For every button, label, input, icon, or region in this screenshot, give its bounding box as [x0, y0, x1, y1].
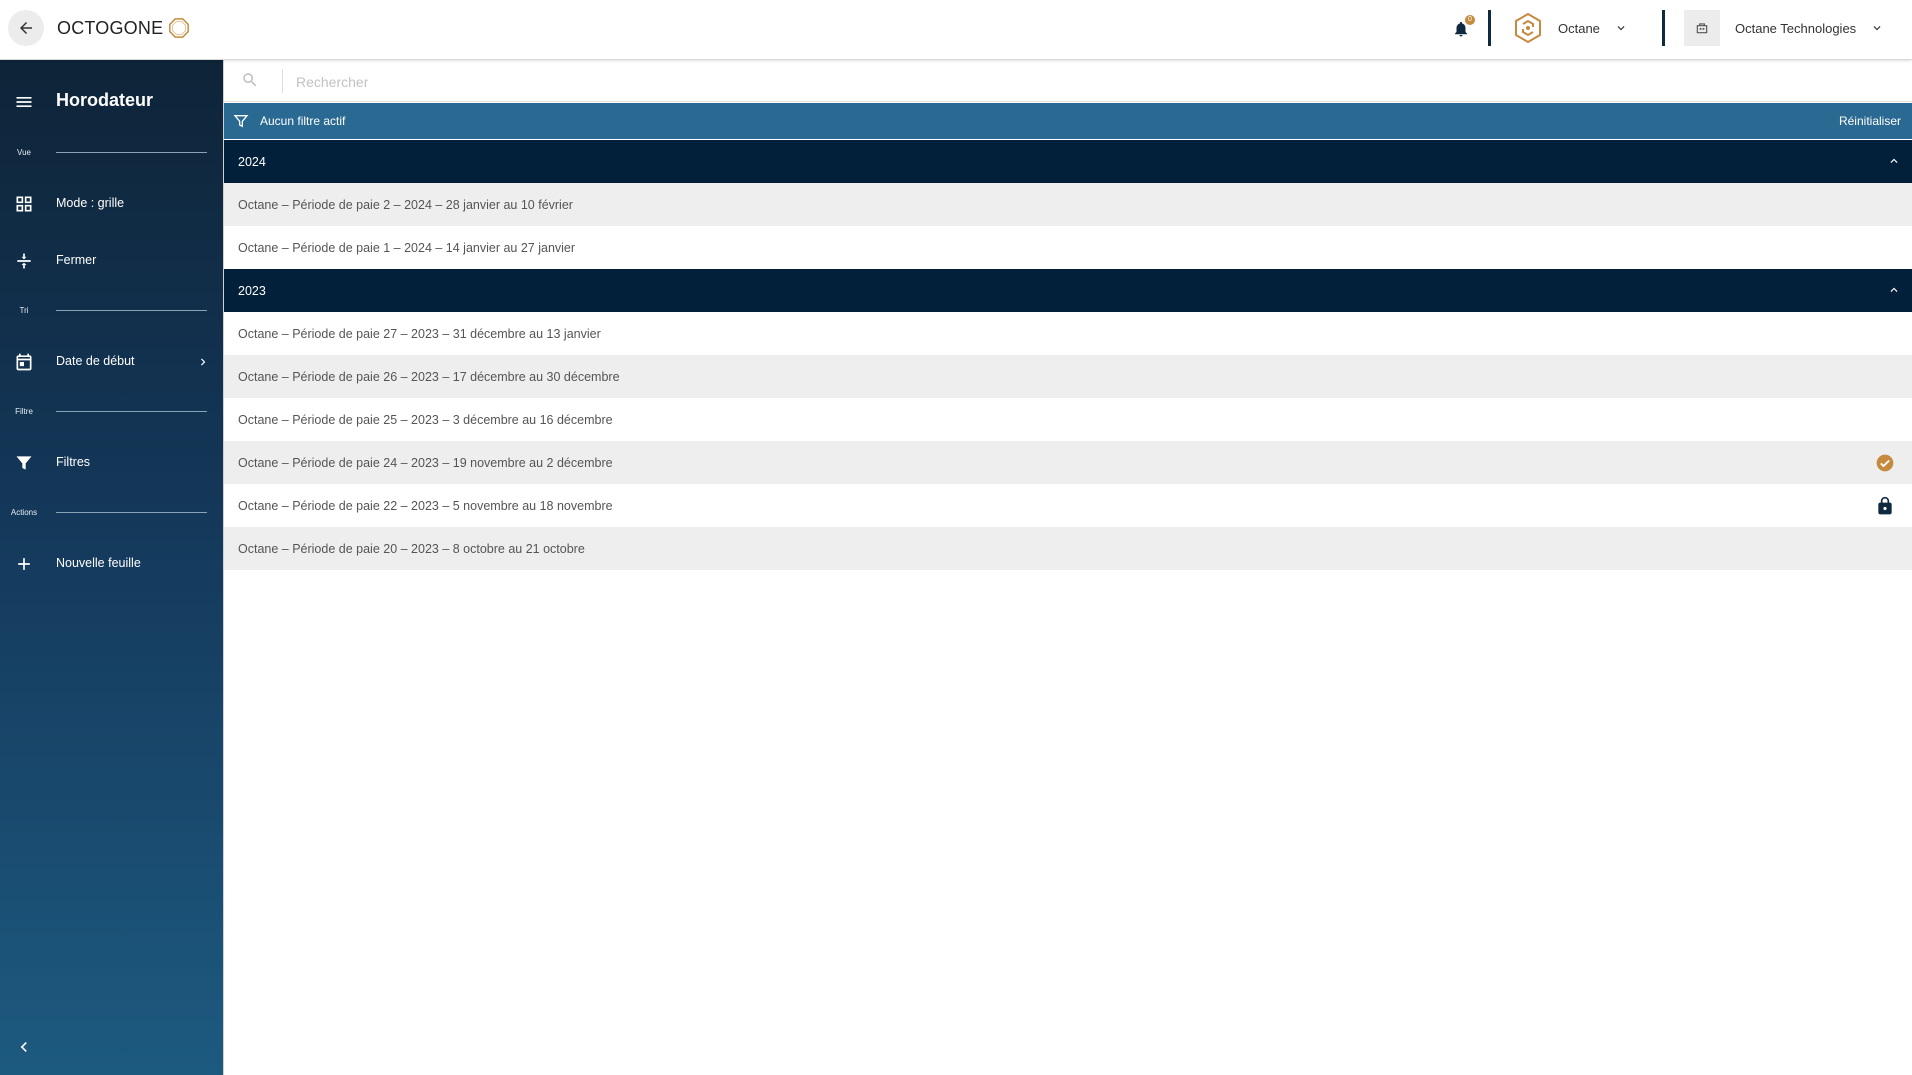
plus-icon — [18, 558, 30, 570]
section-label: Tri — [19, 306, 29, 315]
section-label: Filtre — [15, 407, 33, 416]
pay-period-label: Octane – Période de paie 27 – 2023 – 31 … — [238, 327, 601, 341]
pay-period-label: Octane – Période de paie 1 – 2024 – 14 j… — [238, 241, 576, 255]
header-divider — [1662, 10, 1665, 46]
sidebar: Horodateur Vue Mode : grille Fermer Tri … — [0, 60, 223, 1075]
section-actions: Actions — [0, 506, 223, 520]
collapse-sidebar-icon[interactable] — [14, 1037, 34, 1057]
sidebar-item-label: Fermer — [56, 253, 97, 267]
group-year-label: 2023 — [238, 284, 266, 298]
list-item[interactable]: Octane – Période de paie 24 – 2023 – 19 … — [224, 441, 1912, 484]
sidebar-item-label: Filtres — [56, 455, 91, 469]
sidebar-item-label: Mode : grille — [56, 196, 125, 210]
list-item[interactable]: Octane – Période de paie 26 – 2023 – 17 … — [224, 355, 1912, 398]
search-divider — [282, 69, 283, 93]
sidebar-item-label: Date de début — [56, 354, 135, 368]
header-divider — [1488, 10, 1491, 46]
organization-label: Octane Technologies — [1735, 20, 1857, 36]
section-filter: Filtre — [0, 405, 223, 419]
calendar-icon — [16, 353, 32, 371]
logo[interactable]: OCTOGONE — [57, 16, 190, 40]
section-divider — [56, 310, 207, 311]
organization-icon-box — [1684, 10, 1720, 46]
section-label: Actions — [10, 508, 38, 517]
notifications-button[interactable]: 0 — [1448, 15, 1475, 42]
main-content: Aucun filtre actif Réinitialiser 2024 Oc… — [223, 60, 1912, 1075]
list-item[interactable]: Octane – Période de paie 2 – 2024 – 28 j… — [224, 183, 1912, 226]
group-header-2024[interactable]: 2024 — [224, 140, 1912, 183]
reset-filters-button[interactable]: Réinitialiser — [1839, 114, 1901, 128]
pay-period-label: Octane – Période de paie 20 – 2023 – 8 o… — [238, 542, 585, 556]
sidebar-header: Horodateur — [0, 88, 223, 116]
logo-text: OCTOGONE — [57, 17, 164, 38]
search-icon — [243, 73, 257, 87]
top-bar: OCTOGONE 0 Octane Octane Technologies — [0, 0, 1912, 60]
collapse-all-icon — [17, 253, 31, 269]
pay-period-label: Octane – Période de paie 25 – 2023 – 3 d… — [238, 413, 613, 427]
back-button[interactable] — [8, 10, 44, 46]
pay-period-label: Octane – Période de paie 2 – 2024 – 28 j… — [238, 198, 573, 212]
list-item[interactable]: Octane – Période de paie 22 – 2023 – 5 n… — [224, 484, 1912, 527]
menu-icon[interactable] — [14, 92, 34, 112]
search-input[interactable] — [296, 69, 1896, 95]
arrow-left-icon — [20, 22, 32, 34]
section-divider — [56, 512, 207, 513]
sidebar-item-filters[interactable]: Filtres — [0, 441, 223, 485]
notification-badge: 0 — [1465, 15, 1475, 25]
list-item[interactable]: Octane – Période de paie 1 – 2024 – 14 j… — [224, 226, 1912, 269]
section-divider — [56, 411, 207, 412]
filter-icon — [16, 456, 32, 470]
list-item[interactable]: Octane – Période de paie 25 – 2023 – 3 d… — [224, 398, 1912, 441]
list-item[interactable]: Octane – Période de paie 27 – 2023 – 31 … — [224, 312, 1912, 355]
section-label: Vue — [17, 148, 31, 157]
chevron-right-icon — [201, 358, 206, 366]
group-header-2023[interactable]: 2023 — [224, 269, 1912, 312]
sidebar-item-start-date[interactable]: Date de début — [0, 340, 223, 384]
sidebar-item-close[interactable]: Fermer — [0, 239, 223, 283]
search-bar — [224, 60, 1912, 102]
pay-period-label: Octane – Période de paie 24 – 2023 – 19 … — [238, 456, 613, 470]
chevron-up-icon — [1890, 287, 1898, 292]
pay-period-label: Octane – Période de paie 26 – 2023 – 17 … — [238, 370, 620, 384]
section-sort: Tri — [0, 304, 223, 318]
check-circle-icon — [1876, 454, 1894, 472]
organization-selector[interactable]: Octane Technologies — [1684, 10, 1884, 46]
chevron-down-icon — [1617, 26, 1625, 31]
list-item[interactable]: Octane – Période de paie 20 – 2023 – 8 o… — [224, 527, 1912, 570]
building-icon — [1696, 23, 1708, 34]
filter-status: Aucun filtre actif — [260, 114, 346, 128]
grid-icon — [16, 196, 32, 212]
company-label: Octane — [1558, 20, 1600, 36]
lock-icon — [1878, 496, 1892, 515]
filter-icon — [233, 115, 249, 128]
sidebar-item-new-sheet[interactable]: Nouvelle feuille — [0, 542, 223, 586]
group-year-label: 2024 — [238, 155, 266, 169]
filter-bar: Aucun filtre actif Réinitialiser — [224, 103, 1912, 139]
chevron-up-icon — [1890, 158, 1898, 163]
chevron-down-icon — [1873, 26, 1881, 31]
octagon-logo-icon — [169, 18, 190, 38]
company-logo-icon — [1515, 12, 1541, 44]
section-divider — [56, 152, 207, 153]
sidebar-item-mode[interactable]: Mode : grille — [0, 182, 223, 226]
sidebar-item-label: Nouvelle feuille — [56, 556, 141, 570]
section-view: Vue — [0, 146, 223, 160]
sidebar-title: Horodateur — [56, 90, 154, 110]
company-selector[interactable]: Octane — [1512, 10, 1628, 46]
pay-period-label: Octane – Période de paie 22 – 2023 – 5 n… — [238, 499, 613, 513]
